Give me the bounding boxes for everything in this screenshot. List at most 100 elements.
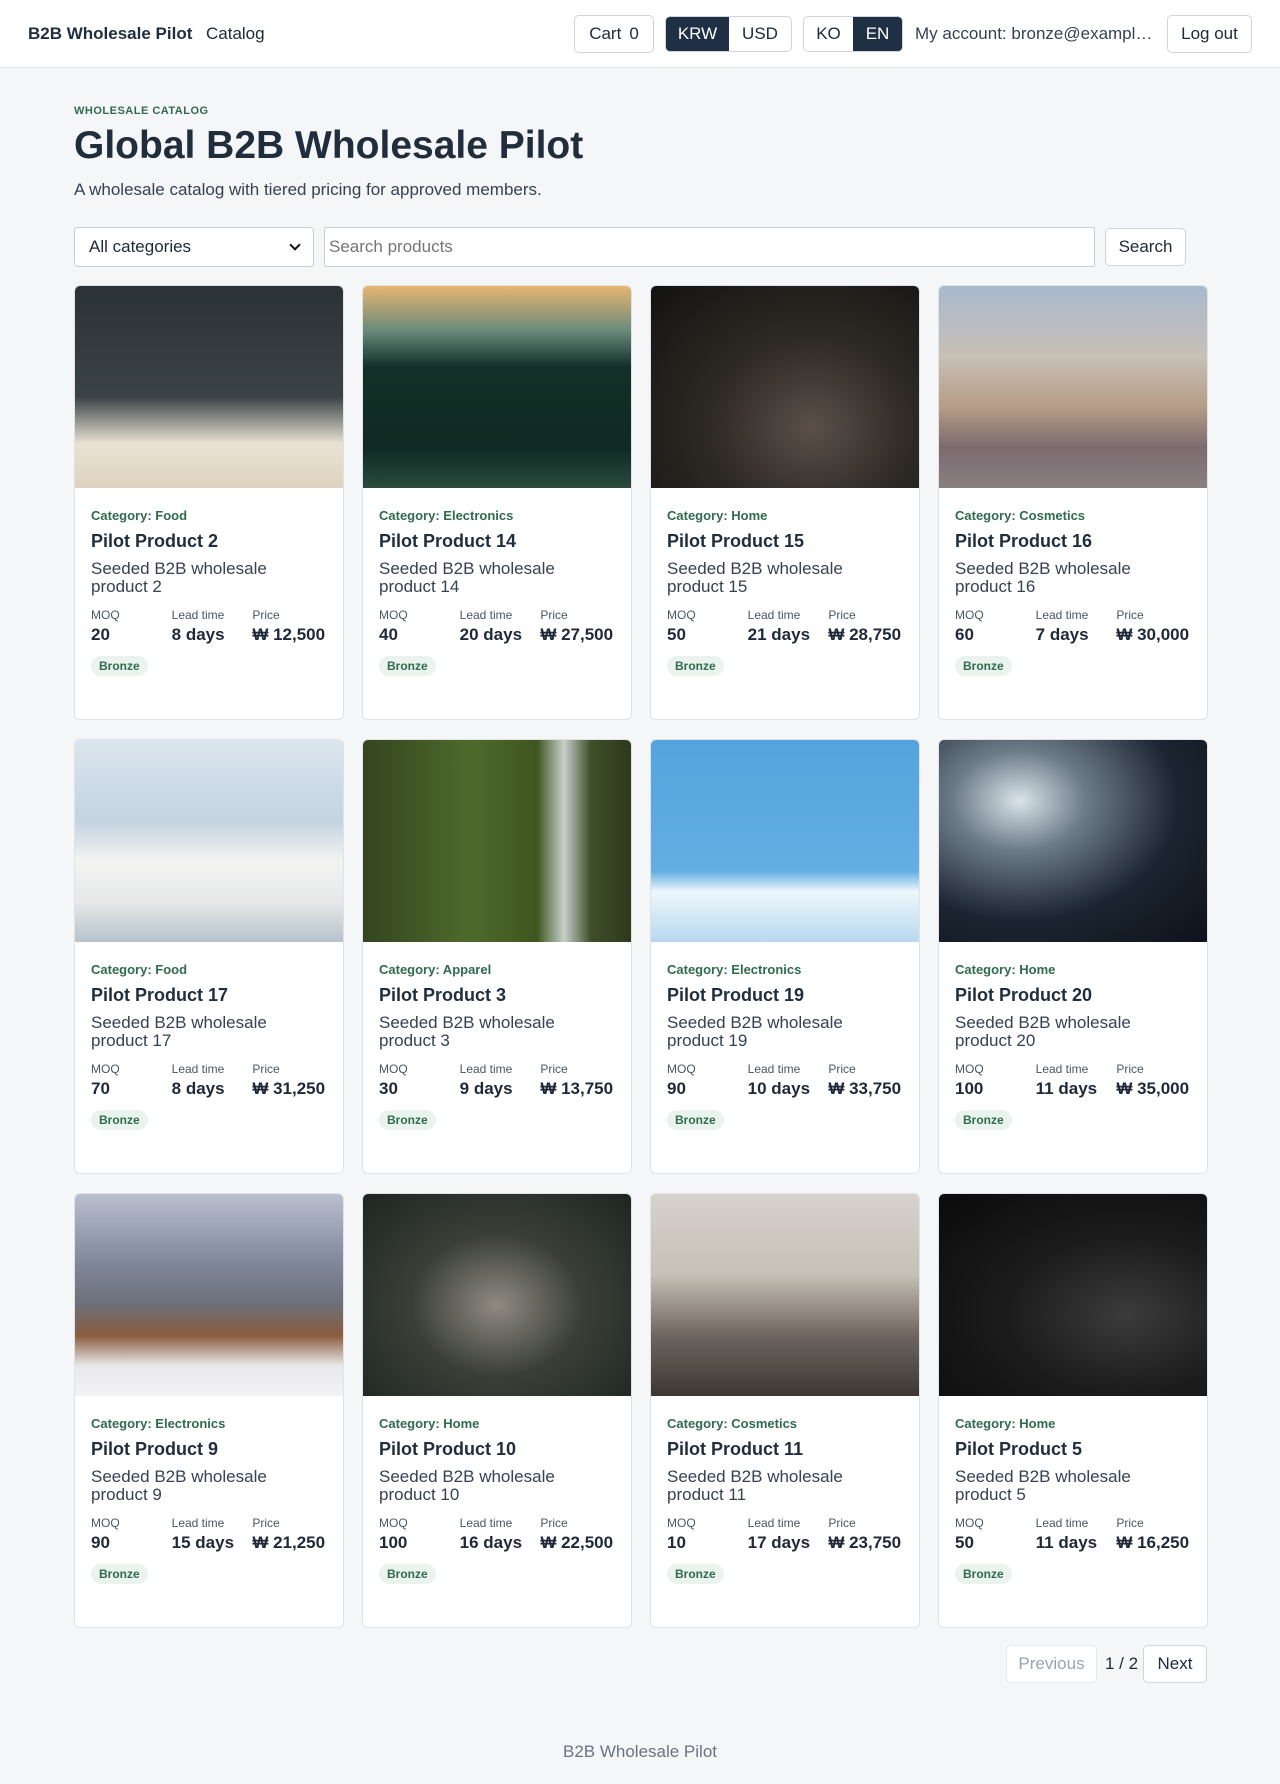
product-name[interactable]: Pilot Product 20: [955, 985, 1191, 1006]
product-stats: MOQ 90 Lead time 10 days Price ₩ 33,750: [667, 1062, 903, 1098]
logout-button[interactable]: Log out: [1167, 15, 1252, 53]
moq-stat: MOQ 20: [91, 608, 172, 644]
moq-value: 20: [91, 625, 110, 645]
moq-value: 90: [91, 1533, 110, 1553]
product-name[interactable]: Pilot Product 9: [91, 1439, 327, 1460]
product-description: Seeded B2B wholesale product 10: [379, 1467, 555, 1505]
price-stat: Price ₩ 35,000: [1116, 1062, 1191, 1098]
nav-catalog-link[interactable]: Catalog: [206, 24, 265, 44]
product-image[interactable]: [651, 286, 919, 488]
product-name[interactable]: Pilot Product 3: [379, 985, 615, 1006]
cart-count: 0: [629, 24, 639, 43]
product-card[interactable]: Category: Apparel Pilot Product 3 Seeded…: [362, 739, 632, 1174]
product-description: Seeded B2B wholesale product 2: [91, 559, 267, 597]
product-image[interactable]: [651, 1194, 919, 1396]
price-value: ₩ 13,750: [540, 1079, 614, 1099]
lead-time-stat: Lead time 8 days: [172, 608, 253, 644]
price-value: ₩ 12,500: [252, 625, 326, 645]
product-name[interactable]: Pilot Product 10: [379, 1439, 615, 1460]
page-subtitle: A wholesale catalog with tiered pricing …: [74, 180, 542, 199]
price-label: Price: [828, 1062, 856, 1077]
currency-krw-button[interactable]: KRW: [666, 17, 729, 51]
price-label: Price: [252, 608, 280, 623]
product-card[interactable]: Category: Home Pilot Product 20 Seeded B…: [938, 739, 1208, 1174]
price-stat: Price ₩ 23,750: [828, 1516, 903, 1552]
search-input[interactable]: [324, 227, 1095, 267]
product-card[interactable]: Category: Electronics Pilot Product 14 S…: [362, 285, 632, 720]
moq-stat: MOQ 70: [91, 1062, 172, 1098]
product-name[interactable]: Pilot Product 16: [955, 531, 1191, 552]
next-page-button[interactable]: Next: [1143, 1645, 1207, 1683]
product-image[interactable]: [363, 286, 631, 488]
previous-page-button[interactable]: Previous: [1006, 1645, 1097, 1683]
lead-time-stat: Lead time 17 days: [748, 1516, 829, 1552]
moq-label: MOQ: [667, 608, 696, 623]
product-stats: MOQ 60 Lead time 7 days Price ₩ 30,000: [955, 608, 1191, 644]
tier-badge: Bronze: [379, 1109, 436, 1130]
moq-label: MOQ: [667, 1062, 696, 1077]
search-button[interactable]: Search: [1105, 228, 1186, 266]
moq-label: MOQ: [667, 1516, 696, 1531]
product-description: Seeded B2B wholesale product 14: [379, 559, 555, 597]
product-image[interactable]: [75, 740, 343, 942]
product-name[interactable]: Pilot Product 2: [91, 531, 327, 552]
language-en-button[interactable]: EN: [853, 17, 902, 51]
language-ko-button[interactable]: KO: [804, 17, 853, 51]
product-card[interactable]: Category: Food Pilot Product 17 Seeded B…: [74, 739, 344, 1174]
product-card[interactable]: Category: Cosmetics Pilot Product 11 See…: [650, 1193, 920, 1628]
product-card[interactable]: Category: Home Pilot Product 10 Seeded B…: [362, 1193, 632, 1628]
account-link[interactable]: My account: bronze@example....: [915, 24, 1153, 44]
product-category: Category: Food: [91, 508, 188, 523]
moq-label: MOQ: [955, 1062, 984, 1077]
product-card[interactable]: Category: Electronics Pilot Product 19 S…: [650, 739, 920, 1174]
price-stat: Price ₩ 13,750: [540, 1062, 615, 1098]
product-name[interactable]: Pilot Product 15: [667, 531, 903, 552]
product-card[interactable]: Category: Electronics Pilot Product 9 Se…: [74, 1193, 344, 1628]
product-name[interactable]: Pilot Product 11: [667, 1439, 903, 1460]
product-description: Seeded B2B wholesale product 3: [379, 1013, 555, 1051]
price-label: Price: [540, 1062, 568, 1077]
tier-badge: Bronze: [379, 655, 436, 676]
product-image[interactable]: [75, 1194, 343, 1396]
product-name[interactable]: Pilot Product 19: [667, 985, 903, 1006]
product-description: Seeded B2B wholesale product 17: [91, 1013, 267, 1051]
price-stat: Price ₩ 12,500: [252, 608, 327, 644]
product-name[interactable]: Pilot Product 14: [379, 531, 615, 552]
lead-time-label: Lead time: [171, 608, 225, 623]
product-card[interactable]: Category: Home Pilot Product 5 Seeded B2…: [938, 1193, 1208, 1628]
lead-time-stat: Lead time 21 days: [748, 608, 829, 644]
product-card[interactable]: Category: Home Pilot Product 15 Seeded B…: [650, 285, 920, 720]
lead-time-value: 15 days: [171, 1533, 235, 1553]
lead-time-label: Lead time: [747, 1062, 801, 1077]
brand-logo-link[interactable]: B2B Wholesale Pilot: [28, 24, 192, 44]
price-value: ₩ 27,500: [540, 625, 614, 645]
moq-stat: MOQ 40: [379, 608, 460, 644]
price-stat: Price ₩ 22,500: [540, 1516, 615, 1552]
price-value: ₩ 31,250: [252, 1079, 326, 1099]
product-image[interactable]: [939, 286, 1207, 488]
product-image[interactable]: [363, 1194, 631, 1396]
moq-label: MOQ: [379, 1062, 408, 1077]
product-card[interactable]: Category: Food Pilot Product 2 Seeded B2…: [74, 285, 344, 720]
lead-time-label: Lead time: [171, 1062, 225, 1077]
lead-time-stat: Lead time 9 days: [460, 1062, 541, 1098]
product-image[interactable]: [363, 740, 631, 942]
product-card[interactable]: Category: Cosmetics Pilot Product 16 See…: [938, 285, 1208, 720]
product-image[interactable]: [651, 740, 919, 942]
moq-value: 10: [667, 1533, 686, 1553]
currency-usd-button[interactable]: USD: [729, 17, 791, 51]
top-navbar: B2B Wholesale Pilot Catalog Cart 0 KRW U…: [0, 0, 1280, 68]
price-stat: Price ₩ 33,750: [828, 1062, 903, 1098]
product-description: Seeded B2B wholesale product 9: [91, 1467, 267, 1505]
price-stat: Price ₩ 28,750: [828, 608, 903, 644]
product-stats: MOQ 50 Lead time 11 days Price ₩ 16,250: [955, 1516, 1191, 1552]
cart-button[interactable]: Cart 0: [574, 15, 654, 53]
product-image[interactable]: [939, 1194, 1207, 1396]
product-name[interactable]: Pilot Product 17: [91, 985, 327, 1006]
product-name[interactable]: Pilot Product 5: [955, 1439, 1191, 1460]
product-category: Category: Electronics: [91, 1416, 226, 1431]
tier-badge: Bronze: [91, 1563, 148, 1584]
product-image[interactable]: [939, 740, 1207, 942]
product-image[interactable]: [75, 286, 343, 488]
category-select[interactable]: All categories: [74, 227, 314, 267]
